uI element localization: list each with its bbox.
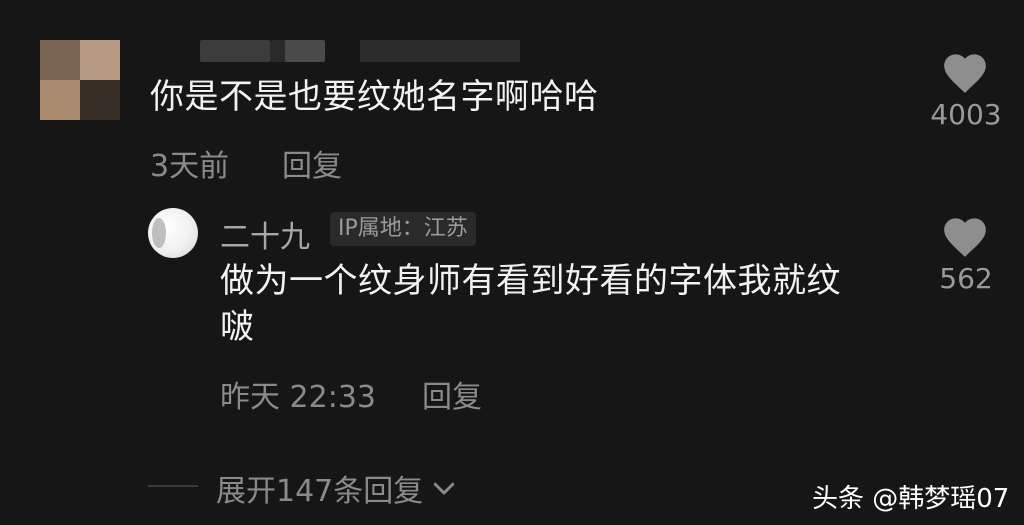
divider [148,485,198,487]
top-comment-like-button[interactable] [940,48,990,98]
commenter-name-blurred [285,40,325,62]
heart-icon [944,218,986,257]
reply-reply-button[interactable]: 回复 [422,372,482,416]
commenter-name-blurred [200,40,270,62]
ip-location-badge: IP属地：江苏 [330,212,476,246]
reply-text: 做为一个纹身师有看到好看的字体我就纹 啵 [220,258,910,350]
reply-text-line1: 做为一个纹身师有看到好看的字体我就纹 [220,261,841,301]
reply-avatar[interactable] [148,208,198,258]
reply-text-line2: 啵 [220,307,255,347]
commenter-avatar[interactable] [40,40,120,120]
top-comment-like-count: 4003 [930,98,1002,131]
reply-time: 昨天 22:33 [220,380,376,415]
top-comment-reply-button[interactable]: 回复 [282,141,342,185]
watermark: 头条 @韩梦瑶07 [812,484,1010,514]
reply-like-count: 562 [939,262,993,295]
top-comment-time: 3天前 [150,149,230,184]
heart-icon [944,54,986,93]
reply-username[interactable]: 二十九 [220,212,310,256]
reply-like-button[interactable] [940,212,990,262]
chevron-down-icon [434,482,455,495]
commenter-name-blurred [360,40,520,62]
expand-replies-button[interactable]: 展开147条回复 [216,466,459,510]
expand-replies-label: 展开147条回复 [216,474,424,509]
top-comment-text: 你是不是也要纹她名字啊哈哈 [150,77,599,117]
